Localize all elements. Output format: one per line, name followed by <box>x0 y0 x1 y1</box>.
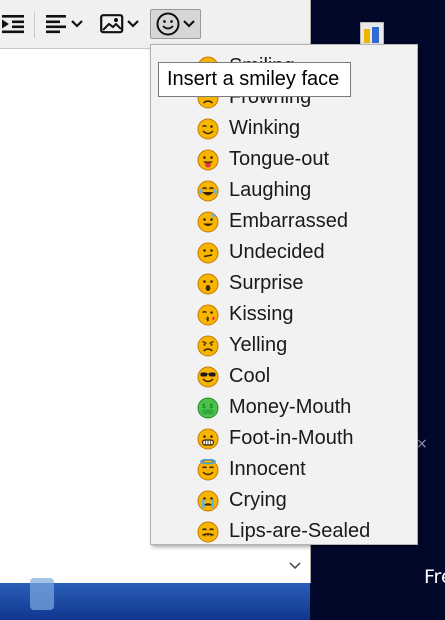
indent-button[interactable] <box>0 9 28 39</box>
chevron-down-icon <box>126 20 139 28</box>
menu-item-lips-are-sealed[interactable]: Lips-are-Sealed <box>151 516 417 547</box>
menu-item-label: Tongue-out <box>229 148 330 170</box>
menu-item-innocent[interactable]: Innocent <box>151 454 417 485</box>
menu-item-label: Embarrassed <box>229 210 348 232</box>
editor-toolbar <box>0 0 310 49</box>
menu-item-label: Foot-in-Mouth <box>229 427 354 449</box>
menu-item-label: Innocent <box>229 458 306 480</box>
image-button[interactable] <box>96 9 142 39</box>
align-button[interactable] <box>41 9 87 39</box>
indent-icon <box>2 15 24 34</box>
menu-item-label: Undecided <box>229 241 325 263</box>
menu-item-foot-in-mouth[interactable]: Foot-in-Mouth <box>151 423 417 454</box>
winking-face-icon <box>197 118 219 139</box>
menu-item-label: Kissing <box>229 303 294 325</box>
menu-item-label: Winking <box>229 117 301 139</box>
menu-item-label: Cool <box>229 365 271 387</box>
menu-item-label: Surprise <box>229 272 304 294</box>
money-mouth-face-icon: $ $ <box>197 397 219 418</box>
chevron-down-icon <box>183 20 195 28</box>
menu-item-winking[interactable]: Winking <box>151 113 417 144</box>
embarrassed-face-icon <box>197 211 219 232</box>
menu-item-yelling[interactable]: Yelling <box>151 330 417 361</box>
menu-item-label: Crying <box>229 489 287 511</box>
align-icon <box>45 15 66 34</box>
tongue-out-face-icon <box>197 149 219 170</box>
undecided-face-icon <box>197 242 219 263</box>
chevron-down-icon <box>289 562 301 570</box>
toolbar-separator <box>34 12 35 38</box>
menu-item-surprise[interactable]: Surprise <box>151 268 417 299</box>
menu-item-tongue-out[interactable]: Tongue-out <box>151 144 417 175</box>
laughing-face-icon <box>197 180 219 201</box>
crying-face-icon <box>197 490 219 511</box>
yelling-face-icon <box>197 335 219 356</box>
svg-text:$: $ <box>209 403 213 410</box>
chevron-down-icon <box>70 20 83 28</box>
surprise-face-icon <box>197 273 219 294</box>
menu-item-money-mouth[interactable]: $ $ Money-Mouth <box>151 392 417 423</box>
smiley-icon <box>156 12 180 36</box>
menu-item-cool[interactable]: Cool <box>151 361 417 392</box>
svg-text:$: $ <box>202 403 206 410</box>
menu-item-label: Money-Mouth <box>229 396 352 418</box>
desktop-label: Fre <box>424 566 445 588</box>
menu-item-crying[interactable]: Crying <box>151 485 417 516</box>
taskbar-item[interactable] <box>30 578 54 610</box>
foot-in-mouth-face-icon <box>197 428 219 449</box>
cool-face-icon <box>197 366 219 387</box>
menu-item-embarrassed[interactable]: Embarrassed <box>151 206 417 237</box>
menu-item-undecided[interactable]: Undecided <box>151 237 417 268</box>
tooltip: Insert a smiley face <box>158 62 351 97</box>
menu-item-label: Yelling <box>229 334 288 356</box>
lips-are-sealed-face-icon <box>197 521 219 542</box>
menu-item-label: Laughing <box>229 179 312 201</box>
kissing-face-icon <box>197 304 219 325</box>
image-icon <box>99 14 123 34</box>
menu-item-kissing[interactable]: Kissing <box>151 299 417 330</box>
innocent-face-icon <box>197 458 219 480</box>
menu-item-laughing[interactable]: Laughing <box>151 175 417 206</box>
menu-item-label: Lips-are-Sealed <box>229 520 371 542</box>
smiley-menu: SmilingFrowningWinkingTongue-outLaughing… <box>150 44 418 545</box>
insert-smiley-button[interactable] <box>150 9 201 39</box>
scroll-down-button[interactable] <box>284 555 306 577</box>
